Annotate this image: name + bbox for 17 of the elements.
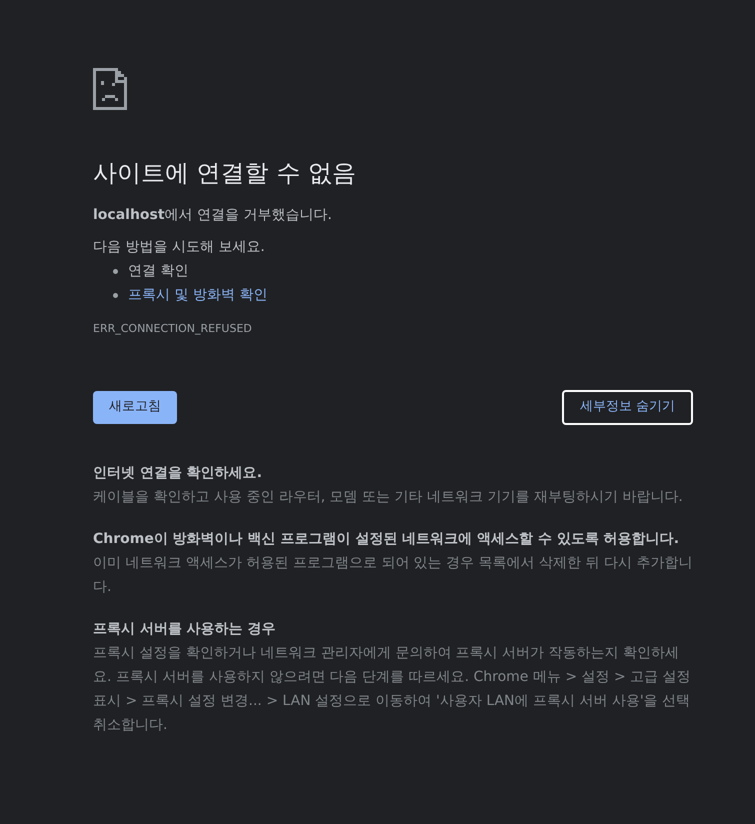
suggestion-text: 연결 확인 xyxy=(128,262,188,280)
suggestions-intro: 다음 방법을 시도해 보세요. xyxy=(93,238,266,257)
detail-heading: 프록시 서버를 사용하는 경우 xyxy=(93,620,277,638)
detail-heading: 인터넷 연결을 확인하세요. xyxy=(93,464,264,482)
sad-page-icon xyxy=(93,68,127,110)
detail-text: 케이블을 확인하고 사용 중인 라우터, 모뎀 또는 기타 네트워크 기기를 재부팅하시기 바랍니다. xyxy=(93,488,684,506)
bullet-icon xyxy=(113,268,118,274)
error-code: ERR_CONNECTION_REFUSED xyxy=(93,321,253,337)
detail-heading: Chrome이 방화벽이나 백신 프로그램이 설정된 네트워크에 액세스할 수 있도록 허용합니다. xyxy=(93,530,680,548)
details-button[interactable]: 세부정보 숨기기 xyxy=(562,390,693,424)
detail-text: 이미 네트워크 액세스가 허용된 프로그램으로 되어 있는 경우 목록에서 삭제한 뒤 다시 추가합니다. xyxy=(93,554,693,596)
error-message: localhost에서 연결을 거부했습니다. xyxy=(93,206,333,225)
reload-button[interactable]: 새로고침 xyxy=(93,390,177,424)
suggestion-link[interactable]: 프록시 및 방화벽 확인 xyxy=(128,284,268,306)
bullet-icon xyxy=(113,292,118,298)
detail-text: 프록시 설정을 확인하거나 네트워크 관리자에게 문의하여 프록시 서버가 작동하는지 확인하세요. 프록시 서버를 사용하지 않으려면 다음 단계를 따르세요. Chrome 메뉴 > 설정 > 고급 설정 표시 > 프록시 설정 변경... > LAN 설정으로 이동하여 '사용자 LAN에 프록시 서버 사용'을 선택 취소합니다. xyxy=(93,644,692,734)
page-title: 사이트에 연결할 수 없음 xyxy=(93,158,357,188)
